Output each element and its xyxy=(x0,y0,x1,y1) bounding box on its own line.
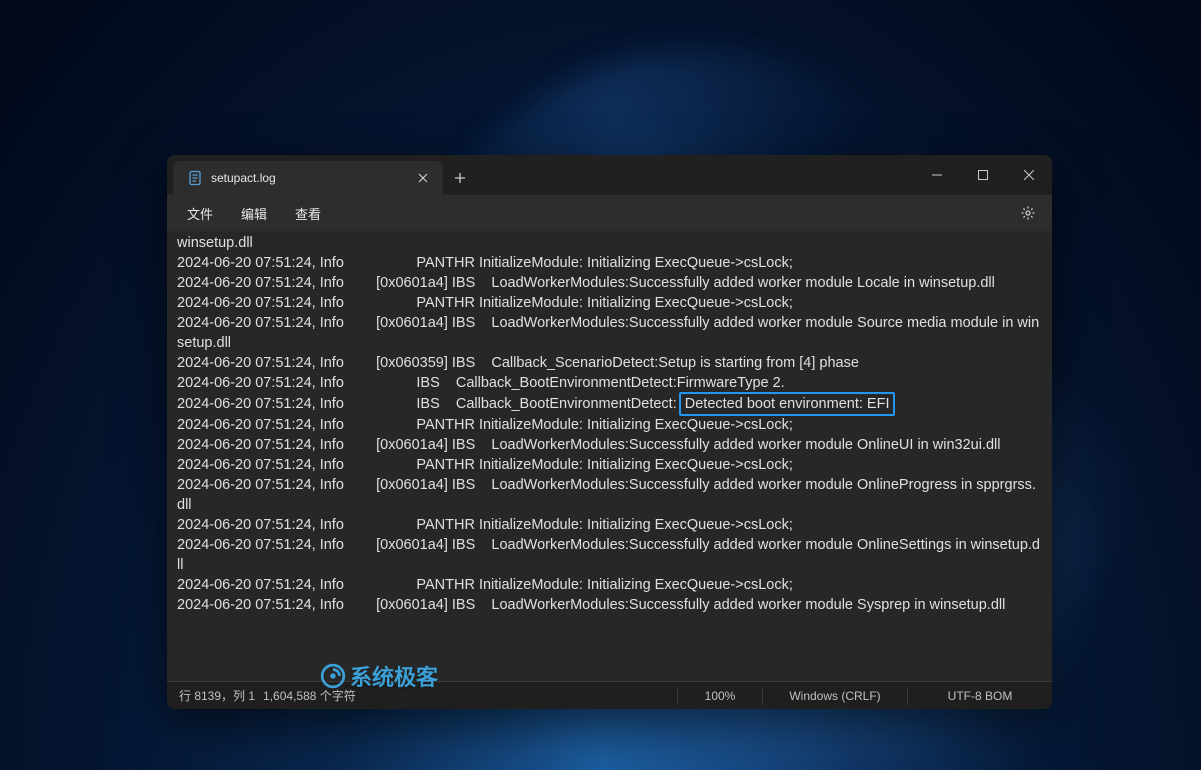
log-line: 2024-06-20 07:51:24, Info PANTHR Initial… xyxy=(177,575,1042,595)
minimize-button[interactable] xyxy=(914,155,960,195)
menu-edit[interactable]: 编辑 xyxy=(229,199,279,228)
tab-title: setupact.log xyxy=(211,171,407,185)
log-line: winsetup.dll xyxy=(177,233,1042,253)
log-line: 2024-06-20 07:51:24, Info [0x0601a4] IBS… xyxy=(177,535,1042,575)
tab-active[interactable]: setupact.log xyxy=(173,161,443,195)
settings-button[interactable] xyxy=(1012,197,1044,229)
tab-close-button[interactable] xyxy=(415,170,431,186)
log-line: 2024-06-20 07:51:24, Info [0x0601a4] IBS… xyxy=(177,273,1042,293)
new-tab-button[interactable] xyxy=(443,161,477,195)
menu-file[interactable]: 文件 xyxy=(175,199,225,228)
highlighted-text: Detected boot environment: EFI xyxy=(679,392,896,416)
log-line: 2024-06-20 07:51:24, Info [0x060359] IBS… xyxy=(177,353,1042,373)
log-line: 2024-06-20 07:51:24, Info IBS Callback_B… xyxy=(177,393,1042,415)
status-position: 行 8139，列 1 xyxy=(179,687,255,704)
log-line: 2024-06-20 07:51:24, Info [0x0601a4] IBS… xyxy=(177,313,1042,353)
menu-view[interactable]: 查看 xyxy=(283,199,333,228)
log-line: 2024-06-20 07:51:24, Info PANTHR Initial… xyxy=(177,415,1042,435)
close-button[interactable] xyxy=(1006,155,1052,195)
maximize-button[interactable] xyxy=(960,155,1006,195)
status-line-endings: Windows (CRLF) xyxy=(775,689,895,703)
log-line: 2024-06-20 07:51:24, Info PANTHR Initial… xyxy=(177,515,1042,535)
menu-bar: 文件 编辑 查看 xyxy=(167,195,1052,231)
status-encoding: UTF-8 BOM xyxy=(920,689,1040,703)
log-line: 2024-06-20 07:51:24, Info [0x0601a4] IBS… xyxy=(177,435,1042,455)
log-line: 2024-06-20 07:51:24, Info PANTHR Initial… xyxy=(177,293,1042,313)
log-line: 2024-06-20 07:51:24, Info [0x0601a4] IBS… xyxy=(177,595,1042,615)
status-bar: 行 8139，列 1 1,604,588 个字符 100% Windows (C… xyxy=(167,681,1052,709)
window-controls xyxy=(914,155,1052,195)
text-content[interactable]: winsetup.dll2024-06-20 07:51:24, Info PA… xyxy=(167,231,1052,681)
title-bar: setupact.log xyxy=(167,155,1052,195)
log-line: 2024-06-20 07:51:24, Info PANTHR Initial… xyxy=(177,253,1042,273)
status-zoom: 100% xyxy=(690,689,750,703)
log-line: 2024-06-20 07:51:24, Info PANTHR Initial… xyxy=(177,455,1042,475)
log-line: 2024-06-20 07:51:24, Info IBS Callback_B… xyxy=(177,373,1042,393)
notepad-window: setupact.log 文件 编辑 查看 xyxy=(167,155,1052,709)
log-line: 2024-06-20 07:51:24, Info [0x0601a4] IBS… xyxy=(177,475,1042,515)
status-char-count: 1,604,588 个字符 xyxy=(263,687,356,704)
notepad-icon xyxy=(187,170,203,186)
